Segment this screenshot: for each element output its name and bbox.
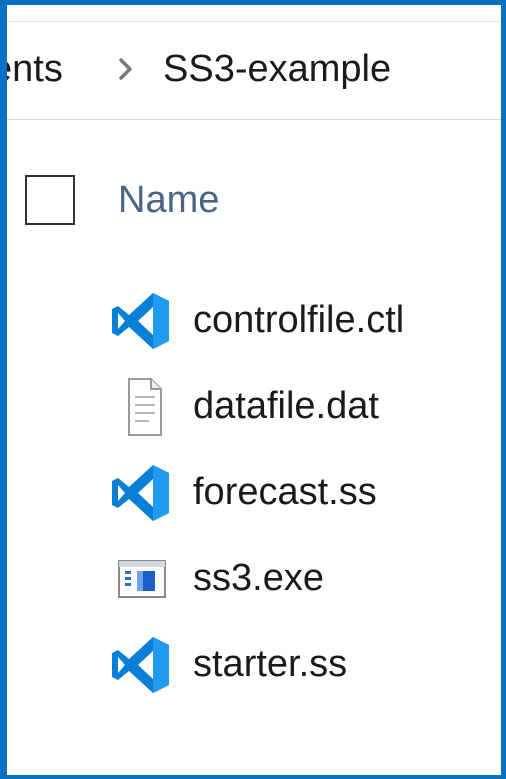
breadcrumb-current[interactable]: SS3-example — [163, 44, 391, 94]
exe-icon — [109, 549, 173, 609]
vscode-icon — [109, 635, 173, 695]
breadcrumb-previous[interactable]: ents — [7, 44, 63, 94]
column-header-name[interactable]: Name — [118, 177, 219, 223]
file-row-starter[interactable]: starter.ss — [105, 625, 495, 705]
file-name: controlfile.ctl — [193, 299, 405, 341]
file-name: ss3.exe — [193, 557, 324, 599]
file-row-ss3-exe[interactable]: ss3.exe — [105, 539, 495, 619]
file-row-forecast[interactable]: forecast.ss — [105, 453, 495, 533]
document-icon — [109, 377, 173, 437]
explorer-window: ents SS3-example Name controlfile.ctl — [0, 0, 506, 779]
vscode-icon — [109, 291, 173, 351]
toolbar-strip — [7, 5, 501, 22]
file-name: starter.ss — [193, 643, 348, 685]
file-row-controlfile[interactable]: controlfile.ctl — [105, 281, 495, 361]
file-row-datafile[interactable]: datafile.dat — [105, 367, 495, 447]
vscode-icon — [109, 463, 173, 523]
file-name: forecast.ss — [193, 471, 377, 513]
file-name: datafile.dat — [193, 385, 379, 427]
address-bar[interactable]: ents SS3-example — [7, 22, 501, 120]
column-header-row: Name — [7, 165, 501, 235]
chevron-right-icon[interactable] — [115, 54, 137, 84]
select-all-checkbox[interactable] — [25, 175, 75, 225]
